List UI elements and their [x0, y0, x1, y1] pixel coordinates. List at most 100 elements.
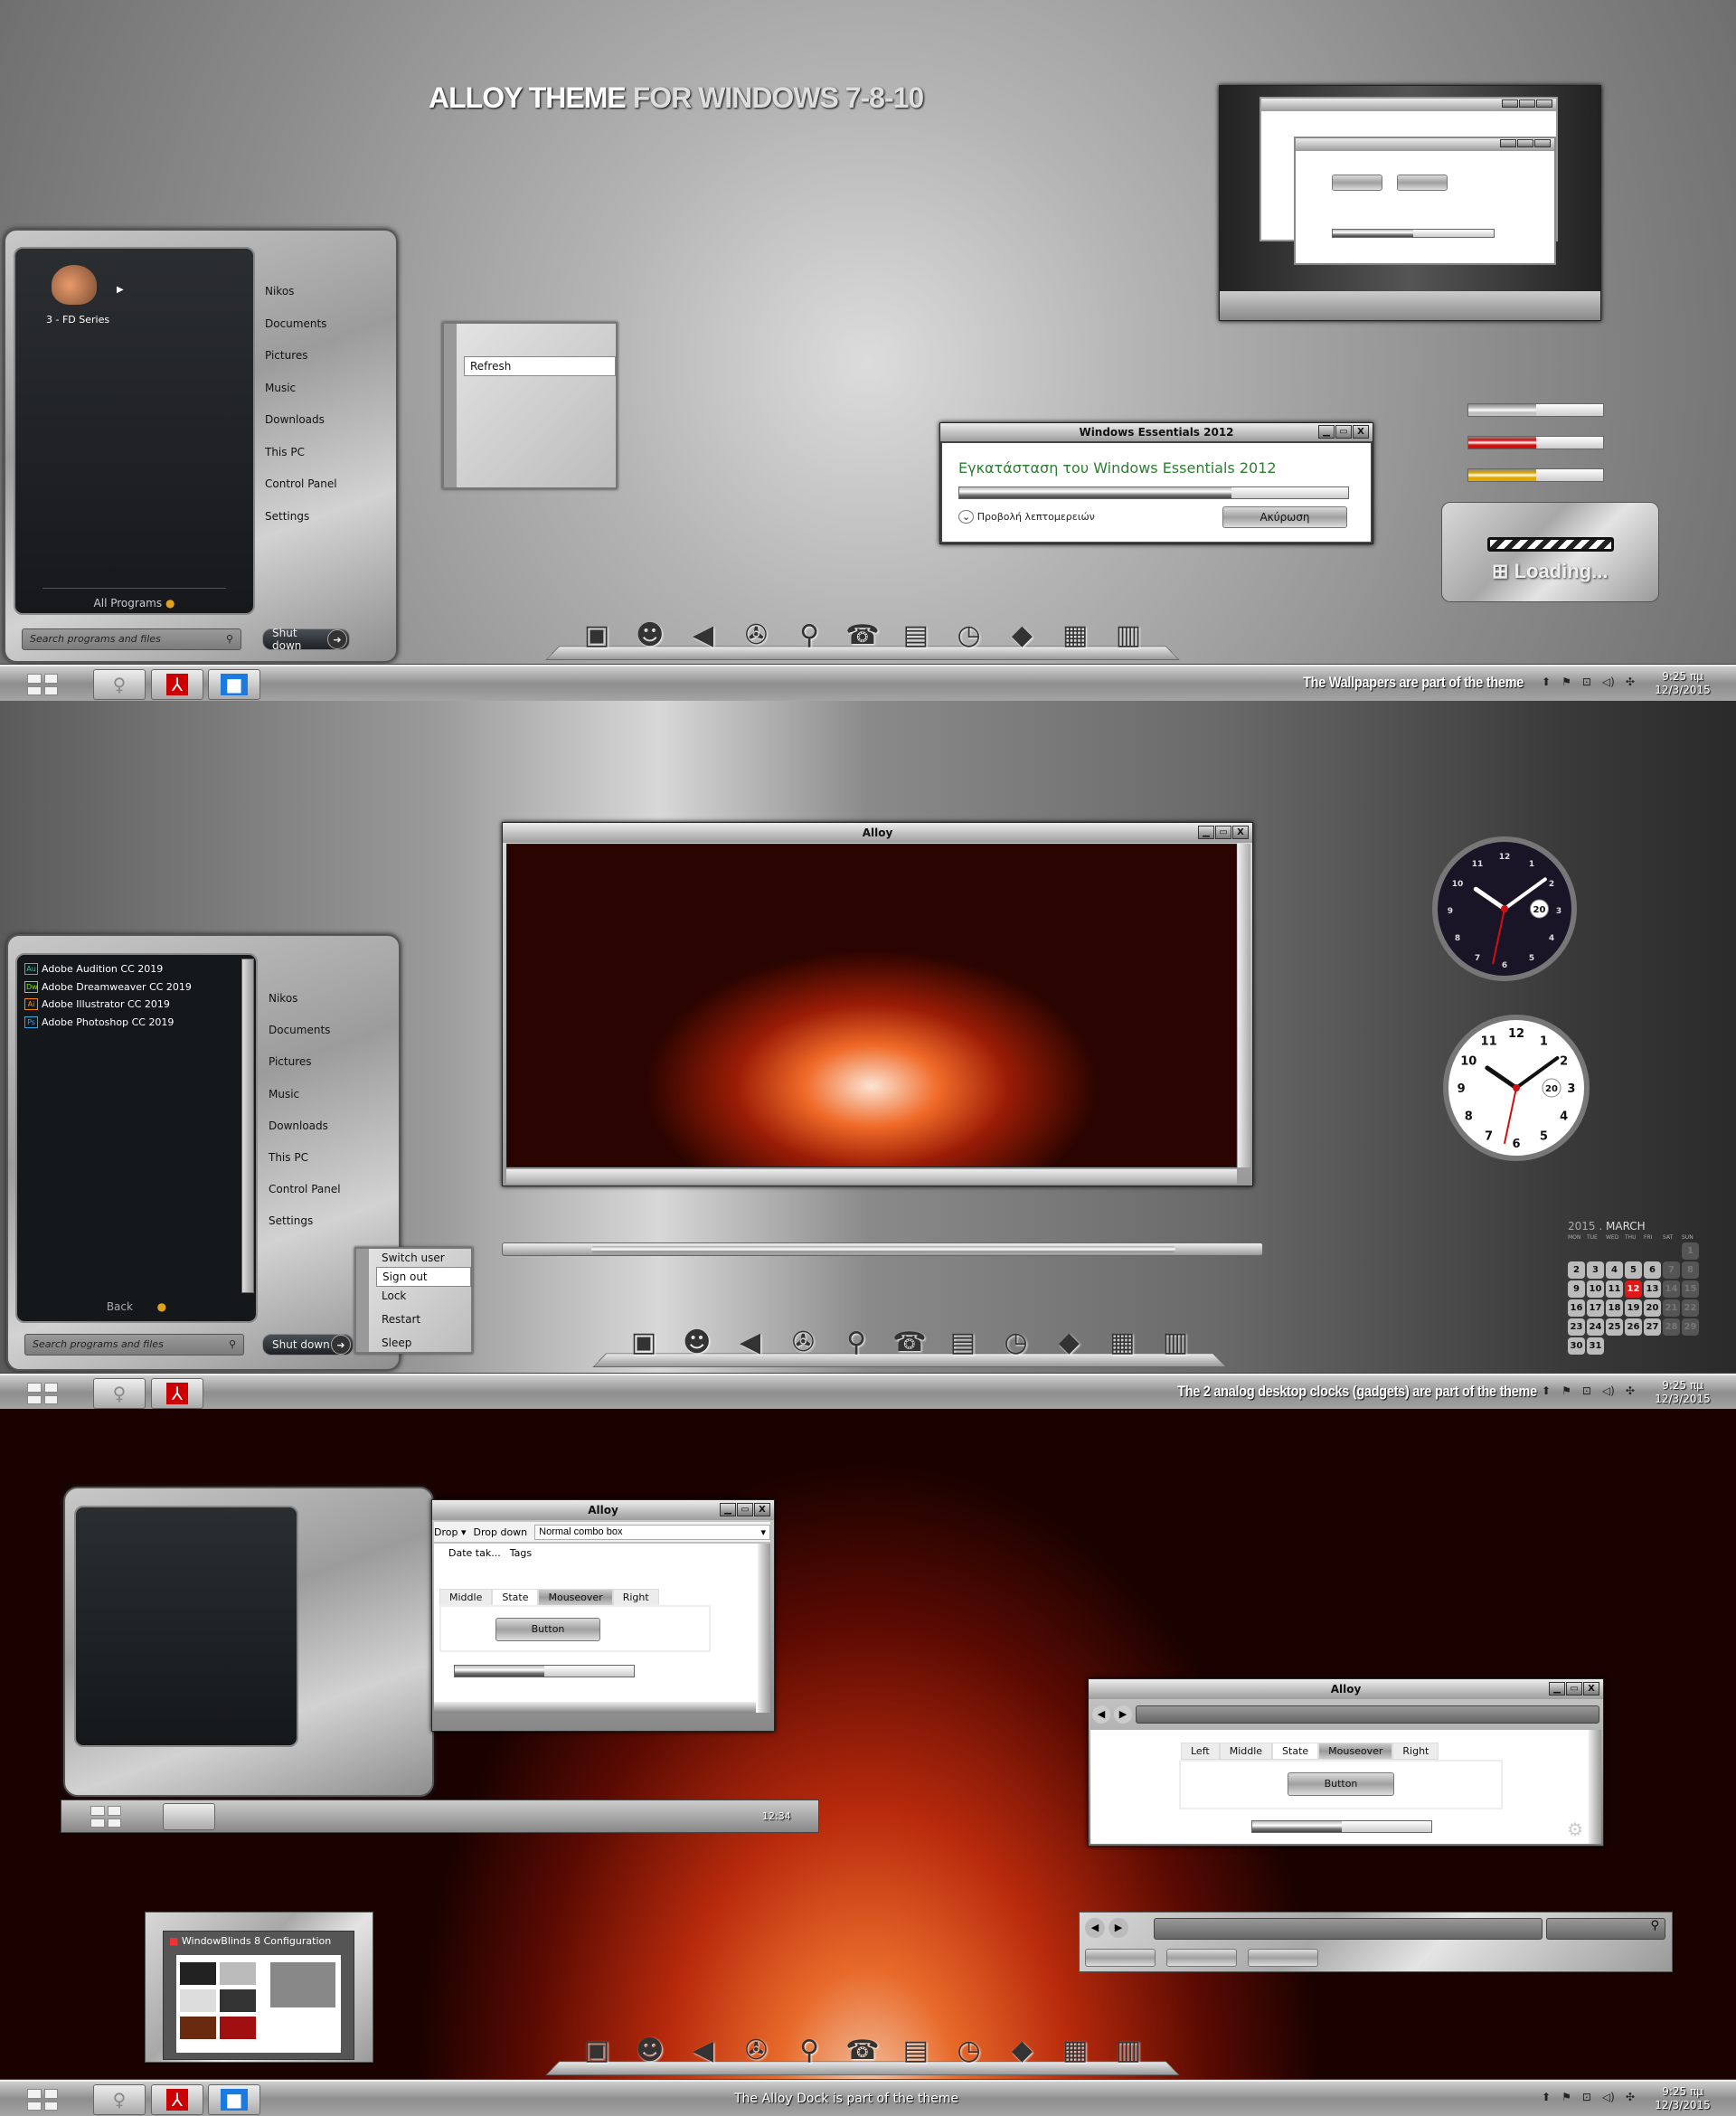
user-tile-label[interactable]: 3 - FD Series	[46, 314, 109, 326]
calendar-day[interactable]: 31	[1587, 1337, 1604, 1355]
close-button[interactable]: X	[1232, 826, 1249, 839]
button[interactable]: Button	[1288, 1772, 1394, 1796]
film-reel-icon[interactable]: ✇	[786, 1327, 820, 1363]
speaker-icon[interactable]: ◀	[686, 619, 721, 656]
calendar-day[interactable]: 27	[1644, 1318, 1661, 1336]
arrow-right-icon[interactable]: ▶	[117, 285, 124, 295]
search-input[interactable]: Search programs and files ⚲	[22, 628, 241, 650]
calendar-day[interactable]: 21	[1663, 1299, 1680, 1317]
calendar-day[interactable]: 28	[1663, 1318, 1680, 1336]
action-center-flag-icon[interactable]: ⚑	[1561, 675, 1571, 688]
windowblinds-thumbnail[interactable]: ■ WindowBlinds 8 Configuration	[145, 1912, 373, 2063]
power-menu-item[interactable]: Lock	[376, 1287, 471, 1305]
calendar-day[interactable]: 15	[1682, 1280, 1699, 1298]
font-book-icon[interactable]: ▤	[899, 619, 933, 656]
tab-mouseover[interactable]: Mouseover	[1318, 1743, 1393, 1760]
place-item[interactable]: Downloads	[269, 1119, 328, 1132]
toolbar-button[interactable]	[1248, 1949, 1318, 1967]
tab-state[interactable]: State	[492, 1589, 539, 1606]
calendar-day[interactable]: 10	[1587, 1280, 1604, 1298]
close-button[interactable]: X	[1583, 1682, 1599, 1696]
toolbar-button[interactable]	[1085, 1949, 1156, 1967]
power-menu-item[interactable]: Sleep	[376, 1334, 471, 1352]
trash-icon[interactable]: ▥	[1111, 619, 1146, 656]
stopwatch-icon[interactable]: ◷	[952, 619, 986, 656]
film-reel-icon[interactable]: ✇	[739, 2035, 773, 2071]
taskbar-button[interactable]: ■	[208, 2084, 260, 2115]
place-item[interactable]: This PC	[269, 1151, 308, 1164]
start-button[interactable]	[27, 674, 58, 695]
minimize-button[interactable]: ▁	[1318, 425, 1335, 439]
calculator-icon[interactable]: ▦	[1105, 1327, 1139, 1363]
calendar-day[interactable]: 7	[1663, 1261, 1680, 1279]
button[interactable]: Button	[495, 1618, 600, 1641]
taskbar-button[interactable]: ♀	[93, 669, 146, 700]
calculator-icon[interactable]: ▦	[1058, 619, 1092, 656]
tab-middle[interactable]: Middle	[1219, 1743, 1273, 1760]
arrow-right-icon[interactable]: ➜	[327, 629, 347, 649]
calendar-day[interactable]: 18	[1606, 1299, 1623, 1317]
back-arrow-icon[interactable]: ◀	[1092, 1705, 1110, 1724]
volume-icon[interactable]: ◁)	[1602, 2091, 1615, 2103]
close-button[interactable]: X	[754, 1503, 770, 1516]
computer-icon[interactable]: ▣	[580, 619, 614, 656]
action-center-flag-icon[interactable]: ⚑	[1561, 2091, 1571, 2103]
calendar-day[interactable]: 19	[1625, 1299, 1642, 1317]
calendar-day[interactable]: 20	[1644, 1299, 1661, 1317]
computer-icon[interactable]: ▣	[627, 1327, 661, 1363]
calendar-day[interactable]: 25	[1606, 1318, 1623, 1336]
magnifier-icon[interactable]: ⚲	[839, 1327, 873, 1363]
phone-icon[interactable]: ☎	[845, 2035, 880, 2071]
font-book-icon[interactable]: ▤	[946, 1327, 980, 1363]
calendar-day[interactable]: 9	[1568, 1280, 1585, 1298]
place-item[interactable]: Control Panel	[265, 477, 337, 490]
search-input[interactable]: Search programs and files ⚲	[24, 1334, 244, 1356]
start-button[interactable]	[27, 2089, 58, 2111]
network-icon[interactable]: ⊡	[1582, 675, 1591, 688]
back-button[interactable]: Back ●	[17, 1300, 256, 1313]
speaker-icon[interactable]: ◀	[686, 2035, 721, 2071]
taskbar-clock[interactable]: 9:25 πμ 12/3/2015	[1651, 1379, 1714, 1406]
calendar-day[interactable]: 17	[1587, 1299, 1604, 1317]
forward-arrow-icon[interactable]: ▶	[1114, 1705, 1132, 1724]
calendar-today[interactable]: 12	[1625, 1280, 1642, 1298]
tab-middle[interactable]: Middle	[439, 1589, 493, 1606]
gear-icon[interactable]: ⚙	[1567, 1818, 1583, 1840]
volume-icon[interactable]: ◁)	[1602, 675, 1615, 688]
search-box[interactable]: ⚲	[1546, 1918, 1665, 1940]
crystal-icon[interactable]: ◆	[1005, 2035, 1039, 2071]
power-menu-item[interactable]: Restart	[376, 1310, 471, 1328]
slider-thumb[interactable]	[591, 1246, 1175, 1252]
taskbar-button[interactable]: ⅄	[151, 2084, 203, 2115]
minimize-button[interactable]: ▁	[1198, 826, 1214, 839]
minimize-button[interactable]: ▁	[720, 1503, 736, 1516]
calendar-day[interactable]: 2	[1568, 1261, 1585, 1279]
calendar-day[interactable]: 26	[1625, 1318, 1642, 1336]
start-button[interactable]	[27, 1383, 58, 1404]
crystal-icon[interactable]: ◆	[1005, 619, 1039, 656]
calendar-day[interactable]: 29	[1682, 1318, 1699, 1336]
vertical-scrollbar[interactable]	[758, 1544, 770, 1713]
show-hidden-icons-icon[interactable]: ⬆	[1542, 2091, 1551, 2103]
taskbar-clock[interactable]: 9:25 πμ 12/3/2015	[1651, 670, 1714, 697]
network-icon[interactable]: ⊡	[1582, 2091, 1591, 2103]
trash-icon[interactable]: ▥	[1158, 1327, 1193, 1363]
place-item[interactable]: Pictures	[265, 349, 308, 362]
horizontal-scrollbar[interactable]	[434, 1702, 756, 1713]
shutdown-button[interactable]: Shut down ➜	[262, 1334, 354, 1356]
calendar-day[interactable]: 11	[1606, 1280, 1623, 1298]
sync-icon[interactable]: ✣	[1626, 1384, 1635, 1397]
calendar-day[interactable]: 22	[1682, 1299, 1699, 1317]
place-item[interactable]: Documents	[265, 317, 326, 330]
calendar-day[interactable]: 14	[1663, 1280, 1680, 1298]
network-icon[interactable]: ⊡	[1582, 1384, 1591, 1397]
maximize-button[interactable]: ▭	[737, 1503, 753, 1516]
forward-arrow-icon[interactable]: ▶	[1109, 1918, 1128, 1938]
taskbar-button[interactable]: ■	[208, 669, 260, 700]
taskbar-clock[interactable]: 9:25 πμ 12/3/2015	[1651, 2085, 1714, 2112]
place-item[interactable]: Nikos	[265, 285, 294, 298]
program-item[interactable]: Dw Adobe Dreamweaver CC 2019	[24, 978, 232, 997]
details-toggle[interactable]: ⌄ Προβολή λεπτομερειών	[958, 510, 1095, 524]
taskbar-button[interactable]: ⅄	[151, 669, 203, 700]
minimize-button[interactable]: ▁	[1549, 1682, 1565, 1696]
